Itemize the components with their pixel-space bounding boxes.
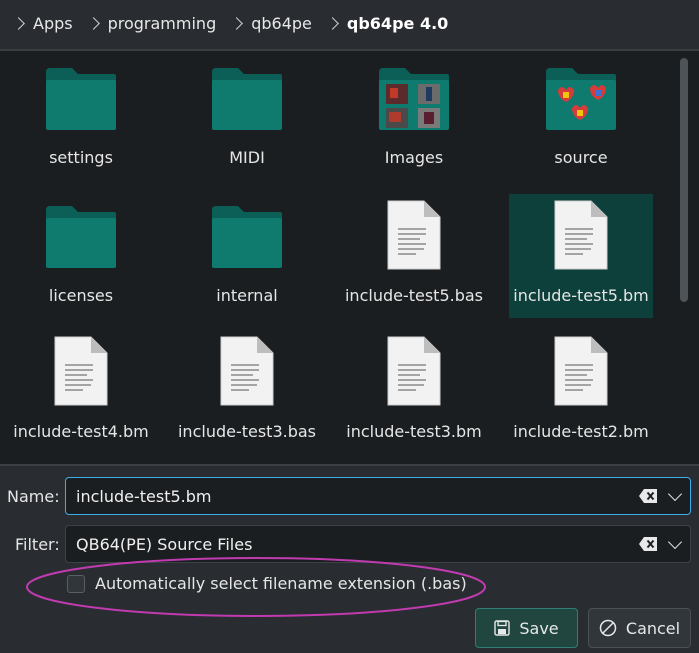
text-file-icon [554,336,608,406]
breadcrumb-item-qb64pe[interactable]: qb64pe [226,14,312,33]
text-file-icon [554,200,608,270]
auto-extension-option[interactable]: Automatically select filename extension … [67,574,467,593]
item-label: MIDI [229,148,265,167]
chevron-right-icon [230,16,244,30]
folder-icon [212,68,282,130]
item-label: internal [216,286,278,305]
folder-item-settings[interactable]: settings [9,56,153,180]
filter-combobox[interactable]: QB64(PE) Source Files [65,525,691,563]
auto-extension-checkbox[interactable] [67,574,85,593]
save-icon [494,620,511,636]
item-label: Images [384,148,444,167]
file-view[interactable]: settings MIDI Images source licenses int… [0,51,699,464]
folder-item-images[interactable]: Images [342,56,486,180]
scrollbar-thumb[interactable] [680,58,688,302]
filename-value: include-test5.bm [76,487,212,506]
breadcrumb: Apps programming qb64pe qb64pe 4.0 [0,0,699,46]
item-label: settings [49,148,113,167]
item-label: licenses [48,286,114,305]
item-label: source [554,148,608,167]
file-grid: settings MIDI Images source licenses int… [0,51,676,464]
file-item-include-test4-bm[interactable]: include-test4.bm [9,330,153,454]
file-item-include-test3-bm[interactable]: include-test3.bm [342,330,486,454]
text-file-icon [387,200,441,270]
chevron-right-icon [12,16,25,30]
save-button-label: Save [519,618,559,638]
folder-icon [379,68,449,130]
folder-item-licenses[interactable]: licenses [9,194,153,318]
divider [0,464,699,466]
chevron-down-icon[interactable] [667,486,683,502]
text-file-icon [220,336,274,406]
item-label: include-test5.bm [513,286,649,305]
filename-field[interactable]: include-test5.bm [65,477,691,515]
folder-icon [546,68,616,130]
cancel-button[interactable]: Cancel [588,608,691,648]
folder-icon [46,68,116,130]
file-item-include-test5-bm[interactable]: include-test5.bm [509,194,653,318]
item-label: include-test2.bm [513,422,649,441]
item-label: include-test5.bas [344,286,484,305]
auto-extension-label: Automatically select filename extension … [95,574,467,593]
filter-value: QB64(PE) Source Files [76,535,253,554]
file-item-include-test2-bm[interactable]: include-test2.bm [509,330,653,454]
item-label: include-test3.bm [346,422,482,441]
folder-item-midi[interactable]: MIDI [175,56,319,180]
chevron-right-icon [86,16,100,30]
filter-label: Filter: [15,535,60,554]
save-button[interactable]: Save [475,608,578,648]
cancel-icon [599,619,617,637]
item-label: include-test4.bm [13,422,149,441]
clear-text-icon[interactable] [638,536,658,552]
breadcrumb-item-current[interactable]: qb64pe 4.0 [322,14,448,33]
text-file-icon [387,336,441,406]
text-file-icon [54,336,108,406]
folder-item-source[interactable]: source [509,56,653,180]
name-label: Name: [7,487,60,506]
file-item-include-test5-bas[interactable]: include-test5.bas [342,194,486,318]
cancel-button-label: Cancel [625,618,681,638]
clear-text-icon[interactable] [638,488,658,504]
chevron-right-icon [326,16,339,30]
file-item-include-test3-bas[interactable]: include-test3.bas [175,330,319,454]
chevron-down-icon[interactable] [667,534,683,550]
item-label: include-test3.bas [177,422,317,441]
vertical-scrollbar[interactable] [680,55,692,460]
folder-icon [46,206,116,268]
breadcrumb-item-programming[interactable]: programming [83,14,216,33]
breadcrumb-item-apps[interactable]: Apps [8,14,73,33]
folder-icon [212,206,282,268]
folder-item-internal[interactable]: internal [175,194,319,318]
